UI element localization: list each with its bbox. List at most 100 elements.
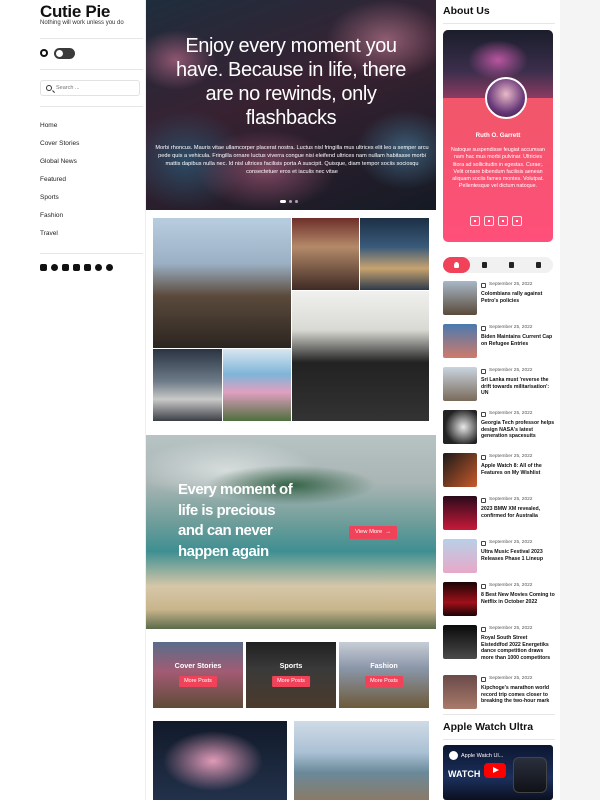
hero-text: Morbi rhoncus. Mauris vitae ullamcorper …	[155, 145, 429, 175]
gallery-image[interactable]	[360, 218, 429, 290]
post-title[interactable]: Colombians rally against Petro's policie…	[481, 291, 555, 304]
category-card-sports[interactable]: Sports More Posts	[246, 642, 336, 708]
post-image[interactable]	[153, 721, 287, 800]
post-title[interactable]: Sri Lanka must 'reverse the drift toward…	[481, 377, 555, 397]
list-item[interactable]: September 25, 2022 8 Best New Movies Com…	[443, 582, 555, 616]
main-nav: Home Cover Stories Global News Featured …	[40, 119, 79, 245]
divider	[443, 714, 555, 715]
page-gutter	[560, 0, 600, 800]
search-icon[interactable]	[46, 85, 52, 91]
twitter-icon[interactable]	[62, 264, 69, 271]
nav-item-travel[interactable]: Travel	[40, 227, 79, 245]
gallery-image[interactable]	[223, 349, 291, 421]
post-date: September 25, 2022	[489, 282, 533, 287]
hero-slider[interactable]: Enjoy every moment you have. Because in …	[146, 0, 436, 210]
sun-icon	[40, 49, 48, 57]
post-title[interactable]: Biden Maintains Current Cap on Refugee E…	[481, 334, 555, 347]
more-posts-button[interactable]: More Posts	[365, 676, 403, 687]
post-thumbnail[interactable]	[443, 410, 477, 444]
nav-item-featured[interactable]: Featured	[40, 173, 79, 191]
category-card-fashion[interactable]: Fashion More Posts	[339, 642, 429, 708]
list-item[interactable]: September 25, 2022 2023 BMW XM revealed,…	[443, 496, 555, 530]
site-title[interactable]: Cutie Pie	[40, 2, 110, 22]
nav-item-home[interactable]: Home	[40, 119, 79, 137]
watch-image	[513, 757, 547, 793]
calendar-icon	[481, 498, 486, 503]
nav-item-cover-stories[interactable]: Cover Stories	[40, 137, 79, 155]
main-content: Enjoy every moment you have. Because in …	[146, 0, 436, 800]
instagram-icon[interactable]	[512, 216, 522, 226]
tab-trending[interactable]	[443, 257, 470, 273]
post-thumbnail[interactable]	[443, 675, 477, 709]
nav-item-global-news[interactable]: Global News	[40, 155, 79, 173]
about-card: Ruth O. Garrett Natoque suspendisse feug…	[443, 30, 553, 242]
divider	[443, 739, 555, 740]
post-title[interactable]: Royal South Street Eisteddfod 2022 Energ…	[481, 635, 555, 661]
post-tabs	[443, 257, 553, 273]
gallery-image[interactable]	[153, 349, 222, 421]
slider-dot[interactable]	[289, 200, 292, 203]
dark-mode-toggle[interactable]	[54, 48, 75, 59]
list-item[interactable]: September 25, 2022 Apple Watch 8: All of…	[443, 453, 555, 487]
list-item[interactable]: September 25, 2022 Royal South Street Ei…	[443, 625, 555, 661]
search-input[interactable]	[56, 83, 136, 93]
tab-tags[interactable]	[525, 257, 552, 273]
post-thumbnail[interactable]	[443, 539, 477, 573]
calendar-icon	[481, 369, 486, 374]
more-posts-button[interactable]: More Posts	[179, 676, 217, 687]
post-title[interactable]: Ultra Music Festival 2023 Releases Phase…	[481, 549, 555, 562]
facebook-icon[interactable]	[40, 264, 47, 271]
post-title[interactable]: Kipchoge's marathon world record trip co…	[481, 685, 555, 705]
facebook-icon[interactable]	[470, 216, 480, 226]
nav-item-sports[interactable]: Sports	[40, 191, 79, 209]
post-title[interactable]: 2023 BMW XM revealed, confirmed for Aust…	[481, 506, 555, 519]
list-item[interactable]: September 25, 2022 Colombians rally agai…	[443, 281, 555, 315]
instagram-icon[interactable]	[51, 264, 58, 271]
list-item[interactable]: September 25, 2022 Ultra Music Festival …	[443, 539, 555, 573]
list-item[interactable]: September 25, 2022 Biden Maintains Curre…	[443, 324, 555, 358]
list-item[interactable]: September 25, 2022 Kipchoge's marathon w…	[443, 675, 555, 709]
category-card-cover-stories[interactable]: Cover Stories More Posts	[153, 642, 243, 708]
gallery-image[interactable]	[292, 291, 429, 421]
twitter-icon[interactable]	[484, 216, 494, 226]
vk-icon[interactable]	[84, 264, 91, 271]
slider-dot[interactable]	[295, 200, 298, 203]
whatsapp-icon[interactable]	[95, 264, 102, 271]
tag-icon	[536, 262, 541, 268]
tab-comments[interactable]	[498, 257, 525, 273]
youtube-icon[interactable]	[73, 264, 80, 271]
post-thumbnail[interactable]	[443, 582, 477, 616]
post-thumbnail[interactable]	[443, 281, 477, 315]
post-thumbnail[interactable]	[443, 496, 477, 530]
more-posts-button[interactable]: More Posts	[272, 676, 310, 687]
post-thumbnail[interactable]	[443, 625, 477, 659]
wordpress-icon[interactable]	[106, 264, 113, 271]
banner-title: Every moment of life is precious and can…	[178, 481, 293, 560]
post-title[interactable]: Apple Watch 8: All of the Features on My…	[481, 463, 555, 476]
slider-dot[interactable]	[280, 200, 286, 203]
bolt-icon	[482, 262, 487, 268]
avatar	[485, 77, 527, 119]
linkedin-icon[interactable]	[498, 216, 508, 226]
about-heading: About Us	[443, 5, 490, 17]
list-item[interactable]: September 25, 2022 Sri Lanka must 'rever…	[443, 367, 555, 401]
video-title[interactable]: Apple Watch Ul...	[461, 753, 503, 759]
author-bio: Natoque suspendisse feugiat accumsan nam…	[451, 147, 545, 190]
channel-avatar	[449, 751, 458, 760]
view-more-button[interactable]: View More →	[349, 526, 398, 539]
post-thumbnail[interactable]	[443, 453, 477, 487]
category-title: Sports	[279, 661, 303, 670]
calendar-icon	[481, 677, 486, 682]
nav-item-fashion[interactable]: Fashion	[40, 209, 79, 227]
post-image[interactable]	[294, 721, 429, 800]
post-title[interactable]: Georgia Tech professor helps design NASA…	[481, 420, 555, 440]
gallery-image[interactable]	[153, 218, 291, 348]
play-icon[interactable]	[484, 763, 506, 778]
list-item[interactable]: September 25, 2022 Georgia Tech professo…	[443, 410, 555, 444]
video-embed[interactable]: Apple Watch Ul... WATCH	[443, 745, 553, 800]
post-thumbnail[interactable]	[443, 324, 477, 358]
post-title[interactable]: 8 Best New Movies Coming to Netflix in O…	[481, 592, 555, 605]
gallery-image[interactable]	[292, 218, 359, 290]
post-thumbnail[interactable]	[443, 367, 477, 401]
tab-popular[interactable]	[471, 257, 498, 273]
